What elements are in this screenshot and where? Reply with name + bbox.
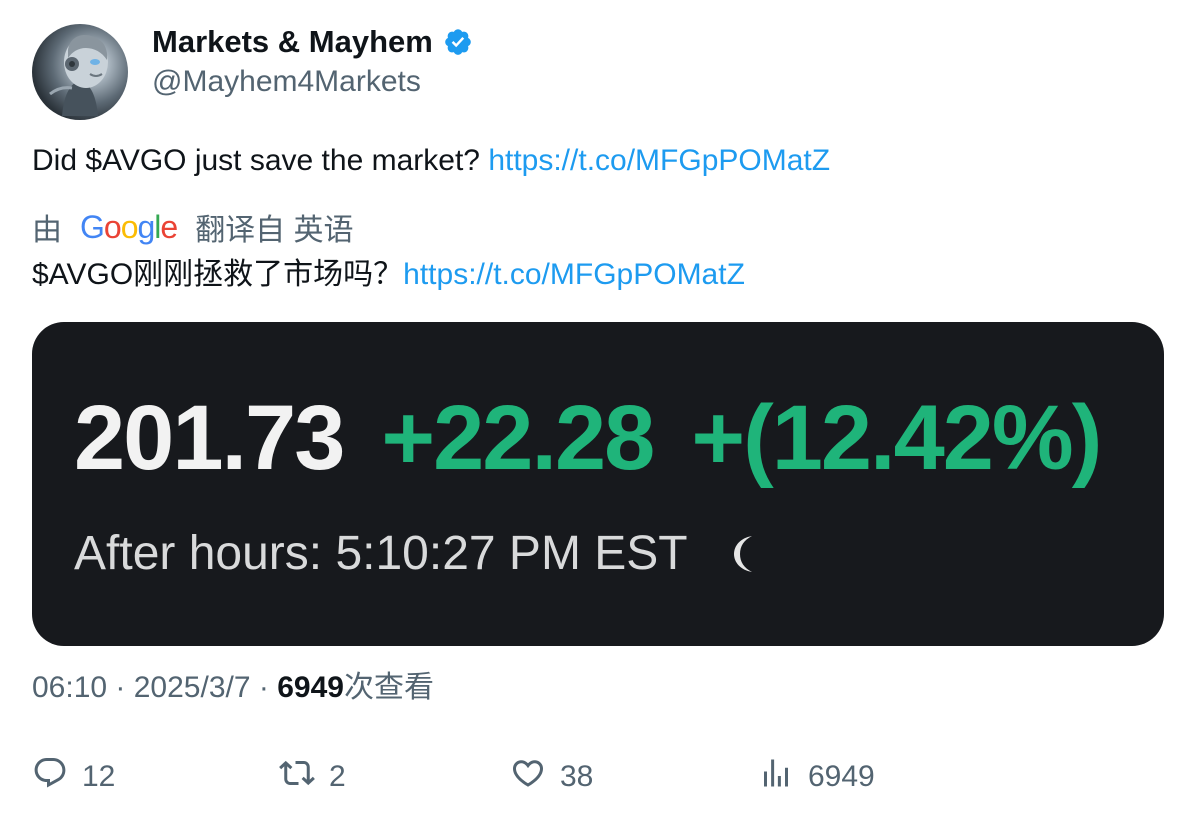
author-name-row: Markets & Mayhem — [152, 22, 473, 62]
heart-icon — [510, 755, 546, 799]
robot-avatar-icon — [49, 35, 108, 116]
moon-icon — [728, 532, 762, 576]
verified-badge-icon[interactable] — [443, 27, 473, 57]
avatar[interactable] — [32, 24, 128, 120]
stock-change: +22.28 — [381, 387, 655, 489]
views-button[interactable]: 6949 — [758, 755, 875, 799]
tweet-date[interactable]: 2025/3/7 — [134, 671, 251, 704]
stock-change-percent: +(12.42%) — [691, 387, 1102, 489]
meta-separator: · — [107, 671, 134, 704]
like-button[interactable]: 38 — [510, 755, 593, 799]
author-display-name[interactable]: Markets & Mayhem — [152, 22, 433, 62]
after-hours-row: After hours: 5:10:27 PM EST — [74, 526, 762, 582]
translation-prefix: 由 — [32, 214, 62, 247]
translation-attribution: 由 Google 翻译自 英语 — [32, 207, 354, 247]
tweet-media-image[interactable]: 201.73 +22.28 +(12.42%) After hours: 5:1… — [32, 322, 1164, 646]
meta-separator-2: · — [250, 671, 278, 704]
tweet-time[interactable]: 06:10 — [32, 671, 107, 704]
stock-quote-row: 201.73 +22.28 +(12.42%) — [74, 387, 1102, 489]
like-count: 38 — [560, 760, 594, 793]
stock-price: 201.73 — [74, 387, 345, 489]
reply-button[interactable]: 12 — [32, 755, 115, 799]
action-bar: 12 2 38 6949 — [0, 755, 1196, 799]
tweet-meta: 06:10 · 2025/3/7 · 6949次查看 — [32, 668, 434, 708]
retweet-icon — [279, 755, 315, 799]
after-hours-label: After hours: 5:10:27 PM EST — [74, 527, 688, 580]
views-action-count: 6949 — [808, 760, 875, 793]
tweet-link[interactable]: https://t.co/MFGpPOMatZ — [488, 144, 830, 177]
translated-body: $AVGO刚刚拯救了市场吗？ — [32, 258, 404, 291]
translated-text: $AVGO刚刚拯救了市场吗？https://t.co/MFGpPOMatZ — [32, 255, 745, 295]
translated-link[interactable]: https://t.co/MFGpPOMatZ — [403, 258, 745, 291]
retweet-count: 2 — [329, 760, 346, 793]
author-handle[interactable]: @Mayhem4Markets — [152, 62, 421, 102]
reply-count: 12 — [82, 760, 116, 793]
tweet-body: Did $AVGO just save the market? — [32, 144, 489, 177]
reply-icon — [32, 755, 68, 799]
bar-chart-icon — [758, 755, 794, 799]
translation-suffix[interactable]: 翻译自 英语 — [195, 205, 353, 249]
views-count: 6949 — [277, 671, 344, 704]
retweet-button[interactable]: 2 — [279, 755, 346, 799]
google-logo: Google — [80, 209, 178, 245]
views-label: 次查看 — [343, 671, 434, 704]
tweet-text: Did $AVGO just save the market? https://… — [32, 141, 830, 181]
